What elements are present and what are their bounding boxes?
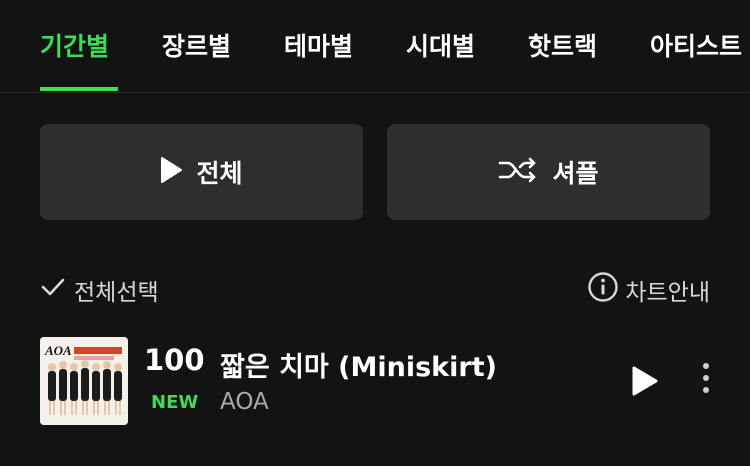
play-icon (160, 157, 183, 187)
tab-period[interactable]: 기간별 (40, 30, 109, 64)
track-row[interactable]: AOA 100 NEW 짧은 치마 (Miniskirt) AOA (40, 337, 710, 425)
tab-era[interactable]: 시대별 (406, 30, 475, 64)
tab-genre[interactable]: 장르별 (162, 30, 231, 64)
select-all-button[interactable]: 전체선택 (40, 273, 159, 307)
track-play-icon[interactable] (630, 365, 660, 401)
track-rank: 100 (144, 343, 205, 377)
album-cover[interactable]: AOA (40, 337, 128, 425)
tab-artist[interactable]: 아티스트 (650, 30, 742, 64)
shuffle-button[interactable]: 셔플 (387, 124, 710, 220)
check-icon (40, 277, 66, 303)
chart-info-button[interactable]: 차트안내 (587, 271, 710, 309)
active-tab-indicator (40, 87, 118, 91)
chart-info-label: 차트안내 (625, 280, 710, 306)
shuffle-label: 셔플 (552, 159, 599, 188)
new-badge: NEW (151, 392, 199, 413)
select-all-label: 전체선택 (74, 280, 159, 306)
list-header: 전체선택 차트안내 (40, 270, 710, 310)
tab-hot-track[interactable]: 핫트랙 (528, 30, 597, 64)
shuffle-icon (498, 157, 538, 187)
play-all-label: 전체 (196, 159, 243, 188)
chart-category-tabs: 기간별 장르별 테마별 시대별 핫트랙 아티스트 (0, 0, 750, 93)
track-title[interactable]: 짧은 치마 (Miniskirt) (220, 345, 497, 384)
info-circle-icon (587, 271, 619, 309)
tab-theme[interactable]: 테마별 (284, 30, 353, 64)
play-all-button[interactable]: 전체 (40, 124, 363, 220)
more-vertical-icon[interactable] (696, 363, 716, 399)
track-artist[interactable]: AOA (220, 389, 269, 415)
album-logo-text: AOA (44, 343, 72, 358)
